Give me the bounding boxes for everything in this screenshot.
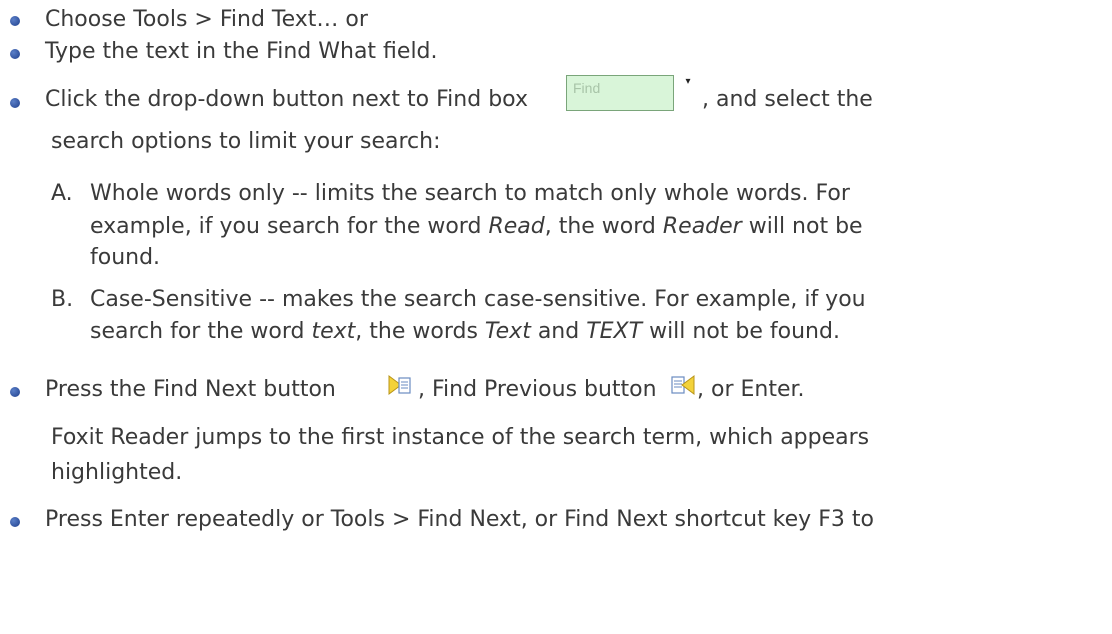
step-find-previous-text: , Find Previous button — [418, 377, 657, 402]
option-b-text: and — [530, 319, 587, 344]
option-b-marker: B. — [51, 287, 74, 312]
option-b-line1: Case-Sensitive -- makes the search case-… — [90, 287, 866, 312]
option-b-text: search for the word — [90, 319, 312, 344]
option-a-text: will not be — [741, 214, 863, 239]
step-type-text: Type the text in the Find What field. — [45, 39, 438, 64]
step-click-dropdown-tail: , and select the — [702, 87, 873, 112]
option-b-em-text: text — [311, 319, 356, 344]
find-result-para-2: highlighted. — [51, 460, 183, 485]
option-a-text: example, if you search for the word — [90, 214, 489, 239]
option-a-text: , the word — [544, 214, 663, 239]
bullet-4 — [10, 387, 20, 397]
dropdown-arrow-icon[interactable]: ▾ — [677, 75, 699, 111]
bullet-1 — [10, 16, 20, 26]
step-choose-tools: Choose Tools > Find Text… or — [45, 7, 368, 32]
bullet-3 — [10, 98, 20, 108]
step-press-enter-repeatedly: Press Enter repeatedly or Tools > Find N… — [45, 507, 874, 532]
find-previous-icon[interactable] — [670, 373, 696, 399]
find-box[interactable]: Find — [566, 75, 674, 111]
option-b-line2: search for the word text, the words Text… — [90, 318, 840, 346]
option-a-em-reader: Reader — [662, 214, 742, 239]
find-next-icon[interactable] — [387, 373, 413, 399]
option-a-marker: A. — [51, 181, 73, 206]
find-result-para-1: Foxit Reader jumps to the first instance… — [51, 425, 870, 450]
option-a-em-read: Read — [488, 214, 545, 239]
option-b-text: will not be found. — [642, 319, 840, 344]
option-a-line3: found. — [90, 245, 161, 270]
step-or-enter: , or Enter. — [697, 377, 805, 402]
option-a-line1: Whole words only -- limits the search to… — [90, 181, 850, 206]
option-b-em-text-upper: TEXT — [586, 319, 643, 344]
option-b-text: , the words — [355, 319, 485, 344]
option-a-line2: example, if you search for the word Read… — [90, 213, 863, 241]
option-b-em-text-cap: Text — [484, 319, 531, 344]
bullet-2 — [10, 49, 20, 59]
step-click-dropdown-line2: search options to limit your search: — [51, 129, 441, 154]
step-press-find-next: Press the Find Next button — [45, 377, 336, 402]
step-click-dropdown: Click the drop-down button next to Find … — [45, 87, 528, 112]
bullet-5 — [10, 517, 20, 527]
